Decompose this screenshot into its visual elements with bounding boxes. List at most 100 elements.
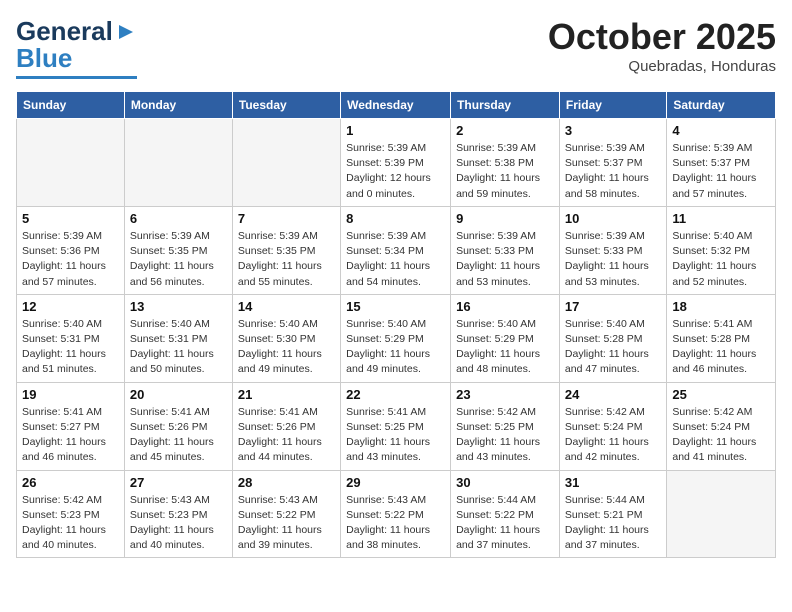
calendar-cell: 4Sunrise: 5:39 AMSunset: 5:37 PMDaylight…	[667, 119, 776, 207]
calendar-cell: 2 Sunrise: 5:39 AMSunset: 5:38 PMDaylight…	[451, 119, 560, 207]
day-number: 19	[22, 387, 119, 402]
day-info: Sunrise: 5:39 AMSunset: 5:37 PMDaylight:…	[672, 141, 770, 202]
day-number: 30	[456, 475, 554, 490]
day-info: Sunrise: 5:39 AMSunset: 5:34 PMDaylight:…	[346, 229, 445, 290]
weekday-wednesday: Wednesday	[341, 92, 451, 119]
day-info: Sunrise: 5:43 AMSunset: 5:22 PMDaylight:…	[238, 493, 335, 554]
day-info: Sunrise: 5:40 AMSunset: 5:32 PMDaylight:…	[672, 229, 770, 290]
calendar-cell: 8 Sunrise: 5:39 AMSunset: 5:34 PMDaylight…	[341, 206, 451, 294]
subtitle: Quebradas, Honduras	[548, 58, 776, 75]
day-number: 9	[456, 211, 554, 226]
weekday-monday: Monday	[124, 92, 232, 119]
weekday-header-row: SundayMondayTuesdayWednesdayThursdayFrid…	[17, 92, 776, 119]
calendar-cell: 19 Sunrise: 5:41 AMSunset: 5:27 PMDayligh…	[17, 382, 125, 470]
calendar-cell: 3 Sunrise: 5:39 AMSunset: 5:37 PMDaylight…	[559, 119, 666, 207]
day-info: Sunrise: 5:41 AMSunset: 5:27 PMDaylight:…	[22, 405, 119, 466]
day-info: Sunrise: 5:39 AMSunset: 5:36 PMDaylight:…	[22, 229, 119, 290]
day-number: 17	[565, 299, 661, 314]
logo-underline	[16, 76, 137, 79]
calendar-cell	[667, 470, 776, 558]
calendar-cell: 22 Sunrise: 5:41 AMSunset: 5:25 PMDayligh…	[341, 382, 451, 470]
day-number: 25	[672, 387, 770, 402]
day-number: 21	[238, 387, 335, 402]
day-number: 7	[238, 211, 335, 226]
calendar-cell: 15Sunrise: 5:40 AMSunset: 5:29 PMDayligh…	[341, 294, 451, 382]
day-info: Sunrise: 5:39 AMSunset: 5:33 PMDaylight:…	[456, 229, 554, 290]
day-number: 3	[565, 123, 661, 138]
day-number: 27	[130, 475, 227, 490]
logo-arrow-icon	[115, 21, 137, 43]
day-info: Sunrise: 5:39 AMSunset: 5:37 PMDaylight:…	[565, 141, 661, 202]
day-info: Sunrise: 5:42 AMSunset: 5:25 PMDaylight:…	[456, 405, 554, 466]
calendar-cell: 16Sunrise: 5:40 AMSunset: 5:29 PMDayligh…	[451, 294, 560, 382]
calendar-cell: 24 Sunrise: 5:42 AMSunset: 5:24 PMDayligh…	[559, 382, 666, 470]
weekday-friday: Friday	[559, 92, 666, 119]
day-number: 1	[346, 123, 445, 138]
day-info: Sunrise: 5:41 AMSunset: 5:25 PMDaylight:…	[346, 405, 445, 466]
page-header: General Blue October 2025 Quebradas, Hon…	[16, 16, 776, 79]
logo: General Blue	[16, 16, 137, 79]
calendar-cell: 29 Sunrise: 5:43 AMSunset: 5:22 PMDayligh…	[341, 470, 451, 558]
weekday-thursday: Thursday	[451, 92, 560, 119]
calendar-cell	[17, 119, 125, 207]
day-info: Sunrise: 5:41 AMSunset: 5:26 PMDaylight:…	[130, 405, 227, 466]
day-number: 31	[565, 475, 661, 490]
day-info: Sunrise: 5:42 AMSunset: 5:24 PMDaylight:…	[565, 405, 661, 466]
calendar-cell: 27 Sunrise: 5:43 AMSunset: 5:23 PMDayligh…	[124, 470, 232, 558]
day-number: 26	[22, 475, 119, 490]
calendar-cell: 13Sunrise: 5:40 AMSunset: 5:31 PMDayligh…	[124, 294, 232, 382]
week-row-2: 5 Sunrise: 5:39 AMSunset: 5:36 PMDaylight…	[17, 206, 776, 294]
day-info: Sunrise: 5:42 AMSunset: 5:23 PMDaylight:…	[22, 493, 119, 554]
day-number: 2	[456, 123, 554, 138]
day-info: Sunrise: 5:39 AMSunset: 5:38 PMDaylight:…	[456, 141, 554, 202]
calendar-cell: 20 Sunrise: 5:41 AMSunset: 5:26 PMDayligh…	[124, 382, 232, 470]
calendar-cell: 1 Sunrise: 5:39 AMSunset: 5:39 PMDaylight…	[341, 119, 451, 207]
calendar-cell	[232, 119, 340, 207]
day-number: 18	[672, 299, 770, 314]
day-number: 22	[346, 387, 445, 402]
calendar-cell: 10Sunrise: 5:39 AMSunset: 5:33 PMDayligh…	[559, 206, 666, 294]
calendar-cell: 9 Sunrise: 5:39 AMSunset: 5:33 PMDaylight…	[451, 206, 560, 294]
week-row-1: 1 Sunrise: 5:39 AMSunset: 5:39 PMDaylight…	[17, 119, 776, 207]
day-number: 23	[456, 387, 554, 402]
day-info: Sunrise: 5:39 AMSunset: 5:35 PMDaylight:…	[238, 229, 335, 290]
calendar-cell: 31 Sunrise: 5:44 AMSunset: 5:21 PMDayligh…	[559, 470, 666, 558]
day-info: Sunrise: 5:40 AMSunset: 5:28 PMDaylight:…	[565, 317, 661, 378]
day-number: 8	[346, 211, 445, 226]
calendar-cell: 21 Sunrise: 5:41 AMSunset: 5:26 PMDayligh…	[232, 382, 340, 470]
day-info: Sunrise: 5:43 AMSunset: 5:22 PMDaylight:…	[346, 493, 445, 554]
day-info: Sunrise: 5:43 AMSunset: 5:23 PMDaylight:…	[130, 493, 227, 554]
day-number: 20	[130, 387, 227, 402]
day-number: 5	[22, 211, 119, 226]
calendar-cell: 11Sunrise: 5:40 AMSunset: 5:32 PMDayligh…	[667, 206, 776, 294]
day-number: 14	[238, 299, 335, 314]
day-info: Sunrise: 5:42 AMSunset: 5:24 PMDaylight:…	[672, 405, 770, 466]
calendar-cell: 28Sunrise: 5:43 AMSunset: 5:22 PMDayligh…	[232, 470, 340, 558]
logo-blue: Blue	[16, 43, 72, 74]
day-info: Sunrise: 5:40 AMSunset: 5:29 PMDaylight:…	[346, 317, 445, 378]
day-number: 29	[346, 475, 445, 490]
calendar-cell: 25 Sunrise: 5:42 AMSunset: 5:24 PMDayligh…	[667, 382, 776, 470]
calendar-cell: 5 Sunrise: 5:39 AMSunset: 5:36 PMDaylight…	[17, 206, 125, 294]
calendar-cell: 7 Sunrise: 5:39 AMSunset: 5:35 PMDaylight…	[232, 206, 340, 294]
weekday-sunday: Sunday	[17, 92, 125, 119]
calendar-cell: 12 Sunrise: 5:40 AMSunset: 5:31 PMDayligh…	[17, 294, 125, 382]
day-info: Sunrise: 5:39 AMSunset: 5:39 PMDaylight:…	[346, 141, 445, 202]
day-info: Sunrise: 5:41 AMSunset: 5:28 PMDaylight:…	[672, 317, 770, 378]
day-number: 6	[130, 211, 227, 226]
day-info: Sunrise: 5:44 AMSunset: 5:22 PMDaylight:…	[456, 493, 554, 554]
day-info: Sunrise: 5:40 AMSunset: 5:31 PMDaylight:…	[22, 317, 119, 378]
month-title: October 2025	[548, 16, 776, 58]
calendar-cell	[124, 119, 232, 207]
day-number: 24	[565, 387, 661, 402]
calendar-cell: 30 Sunrise: 5:44 AMSunset: 5:22 PMDayligh…	[451, 470, 560, 558]
calendar-cell: 17 Sunrise: 5:40 AMSunset: 5:28 PMDayligh…	[559, 294, 666, 382]
title-block: October 2025 Quebradas, Honduras	[548, 16, 776, 75]
day-number: 12	[22, 299, 119, 314]
day-number: 13	[130, 299, 227, 314]
day-info: Sunrise: 5:41 AMSunset: 5:26 PMDaylight:…	[238, 405, 335, 466]
day-info: Sunrise: 5:39 AMSunset: 5:35 PMDaylight:…	[130, 229, 227, 290]
weekday-tuesday: Tuesday	[232, 92, 340, 119]
weekday-saturday: Saturday	[667, 92, 776, 119]
day-info: Sunrise: 5:44 AMSunset: 5:21 PMDaylight:…	[565, 493, 661, 554]
